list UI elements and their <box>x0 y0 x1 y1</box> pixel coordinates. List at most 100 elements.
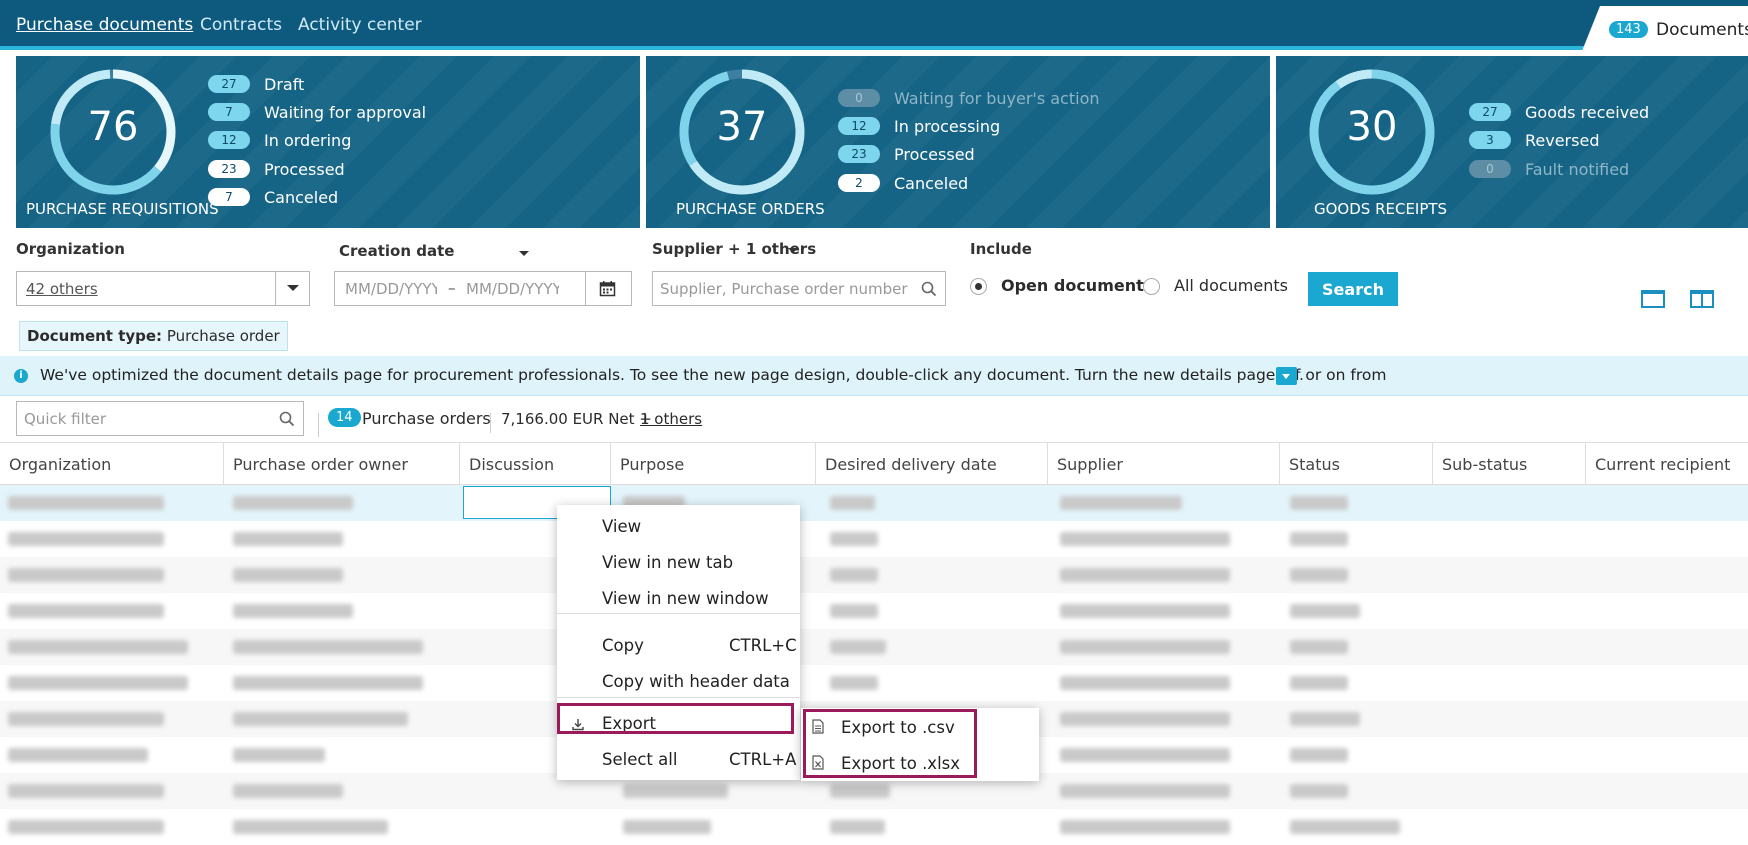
status-label: Canceled <box>894 173 969 193</box>
calendar-icon[interactable] <box>599 280 616 301</box>
tab-activity-center[interactable]: Activity center <box>298 15 422 35</box>
result-count-badge: 14 <box>328 408 361 427</box>
purchase-requisitions-card[interactable]: 76 PURCHASE REQUISITIONS 27 Draft 7 Waitin… <box>16 56 640 228</box>
table-row[interactable] <box>0 485 1748 521</box>
copy-shortcut: CTRL+C <box>729 636 797 655</box>
menu-item-select-all[interactable]: Select all CTRL+A <box>557 742 800 776</box>
menu-divider <box>557 697 800 698</box>
info-banner: i We've optimized the document details p… <box>0 356 1748 396</box>
column-header-sub-status[interactable]: Sub-status <box>1433 443 1586 485</box>
date-range-input[interactable]: MM/DD/YYYY – MM/DD/YYYY <box>334 271 632 306</box>
status-row-in-processing[interactable]: 12 In processing <box>838 115 1000 137</box>
all-documents-radio[interactable] <box>1143 278 1160 295</box>
column-header-supplier[interactable]: Supplier <box>1048 443 1280 485</box>
status-row-waiting-approval[interactable]: 7 Waiting for approval <box>208 101 426 123</box>
count-badge: 23 <box>838 145 880 163</box>
status-row-in-ordering[interactable]: 12 In ordering <box>208 129 351 151</box>
single-pane-view-icon[interactable] <box>1641 290 1665 308</box>
status-row-processed[interactable]: 23 Processed <box>208 158 345 180</box>
status-row-waiting-buyer[interactable]: 0 Waiting for buyer's action <box>838 87 1100 109</box>
column-header-organization[interactable]: Organization <box>0 443 224 485</box>
organization-select[interactable]: 42 others <box>16 271 310 306</box>
info-icon: i <box>14 369 28 383</box>
result-type-label: Purchase orders <box>362 409 491 428</box>
menu-item-view[interactable]: View <box>557 509 800 543</box>
grid-header: Organization Purchase order owner Discus… <box>0 442 1748 485</box>
table-row[interactable] <box>0 593 1748 629</box>
search-button[interactable]: Search <box>1308 272 1398 306</box>
count-badge: 27 <box>208 75 250 93</box>
status-label: Reversed <box>1525 130 1600 150</box>
date-to-input[interactable]: MM/DD/YYYY <box>466 280 559 298</box>
document-type-key: Document type: <box>27 327 163 345</box>
status-row-fault-notified[interactable]: 0 Fault notified <box>1469 158 1629 180</box>
date-from-input[interactable]: MM/DD/YYYY <box>345 280 437 298</box>
quick-filter-placeholder: Quick filter <box>24 410 107 428</box>
requisitions-title: PURCHASE REQUISITIONS <box>26 200 219 218</box>
search-icon[interactable] <box>921 281 937 301</box>
net-total: 7,166.00 EUR Net + <box>501 410 652 428</box>
top-navigation: Purchase documents Contracts Activity ce… <box>0 0 1748 51</box>
menu-item-copy-header[interactable]: Copy with header data <box>557 664 800 698</box>
menu-item-view-new-window[interactable]: View in new window <box>557 581 800 615</box>
menu-item-view-new-tab[interactable]: View in new tab <box>557 545 800 579</box>
status-row-reversed[interactable]: 3 Reversed <box>1469 129 1599 151</box>
status-row-processed[interactable]: 23 Processed <box>838 143 975 165</box>
open-documents-label[interactable]: Open documents <box>1001 276 1153 295</box>
column-header-purpose[interactable]: Purpose <box>611 443 816 485</box>
count-badge: 23 <box>208 160 250 178</box>
status-row-draft[interactable]: 27 Draft <box>208 73 304 95</box>
status-row-canceled[interactable]: 2 Canceled <box>838 172 968 194</box>
column-header-owner[interactable]: Purchase order owner <box>224 443 460 485</box>
status-row-goods-received[interactable]: 27 Goods received <box>1469 101 1649 123</box>
menu-item-copy[interactable]: Copy CTRL+C <box>557 628 800 662</box>
document-type-filter-chip[interactable]: Document type: Purchase order <box>19 321 288 351</box>
table-row[interactable] <box>0 521 1748 557</box>
column-header-delivery-date[interactable]: Desired delivery date <box>816 443 1048 485</box>
status-label: Processed <box>894 144 975 164</box>
receipts-total: 30 <box>1346 104 1398 150</box>
search-icon[interactable] <box>279 411 295 431</box>
settings-dropdown-icon[interactable] <box>1276 367 1297 385</box>
table-row[interactable] <box>0 629 1748 665</box>
quick-filter-input[interactable]: Quick filter <box>16 401 304 436</box>
creation-date-dropdown-icon[interactable] <box>519 251 529 256</box>
status-label: Waiting for approval <box>264 102 427 122</box>
status-label: In processing <box>894 116 1001 136</box>
column-header-current-recipient[interactable]: Current recipient <box>1586 443 1748 485</box>
supplier-dropdown-icon[interactable] <box>788 248 798 253</box>
column-header-status[interactable]: Status <box>1280 443 1433 485</box>
document-type-value: Purchase order <box>166 327 280 345</box>
column-header-discussion[interactable]: Discussion <box>460 443 611 485</box>
table-row[interactable] <box>0 557 1748 593</box>
supplier-search-input[interactable]: Supplier, Purchase order number <box>652 271 946 306</box>
count-badge: 7 <box>208 188 250 206</box>
status-label: Goods received <box>1525 102 1650 122</box>
split-pane-view-icon[interactable] <box>1690 290 1714 308</box>
tab-purchase-documents[interactable]: Purchase documents <box>16 15 193 35</box>
others-link[interactable]: 1 others <box>640 410 702 428</box>
tab-contracts[interactable]: Contracts <box>200 15 282 35</box>
table-row[interactable] <box>0 809 1748 845</box>
export-highlight-box <box>557 703 794 734</box>
receipts-title: GOODS RECEIPTS <box>1314 200 1448 218</box>
organization-value[interactable]: 42 others <box>26 280 98 298</box>
status-row-canceled[interactable]: 7 Canceled <box>208 186 338 208</box>
purchase-orders-card[interactable]: 37 PURCHASE ORDERS 0 Waiting for buyer's … <box>646 56 1270 228</box>
status-label: Draft <box>264 74 305 94</box>
goods-receipts-card[interactable]: 30 GOODS RECEIPTS 27 Goods received 3 Reve… <box>1276 56 1748 228</box>
chevron-down-icon[interactable] <box>287 285 299 291</box>
open-documents-radio[interactable] <box>970 278 987 295</box>
status-label: Processed <box>264 159 345 179</box>
requisitions-total: 76 <box>87 104 139 150</box>
count-badge: 0 <box>1469 160 1511 178</box>
count-badge: 7 <box>208 103 250 121</box>
context-menu: View View in new tab View in new window … <box>557 505 800 780</box>
orders-donut-chart: 37 <box>678 68 806 196</box>
organization-label: Organization <box>16 240 125 258</box>
banner-message: We've optimized the document details pag… <box>40 366 1387 384</box>
table-row[interactable] <box>0 665 1748 701</box>
export-options-highlight-box <box>803 709 977 778</box>
all-documents-label[interactable]: All documents <box>1174 276 1288 295</box>
documents-tab[interactable]: 143 Documents <box>1582 6 1748 51</box>
